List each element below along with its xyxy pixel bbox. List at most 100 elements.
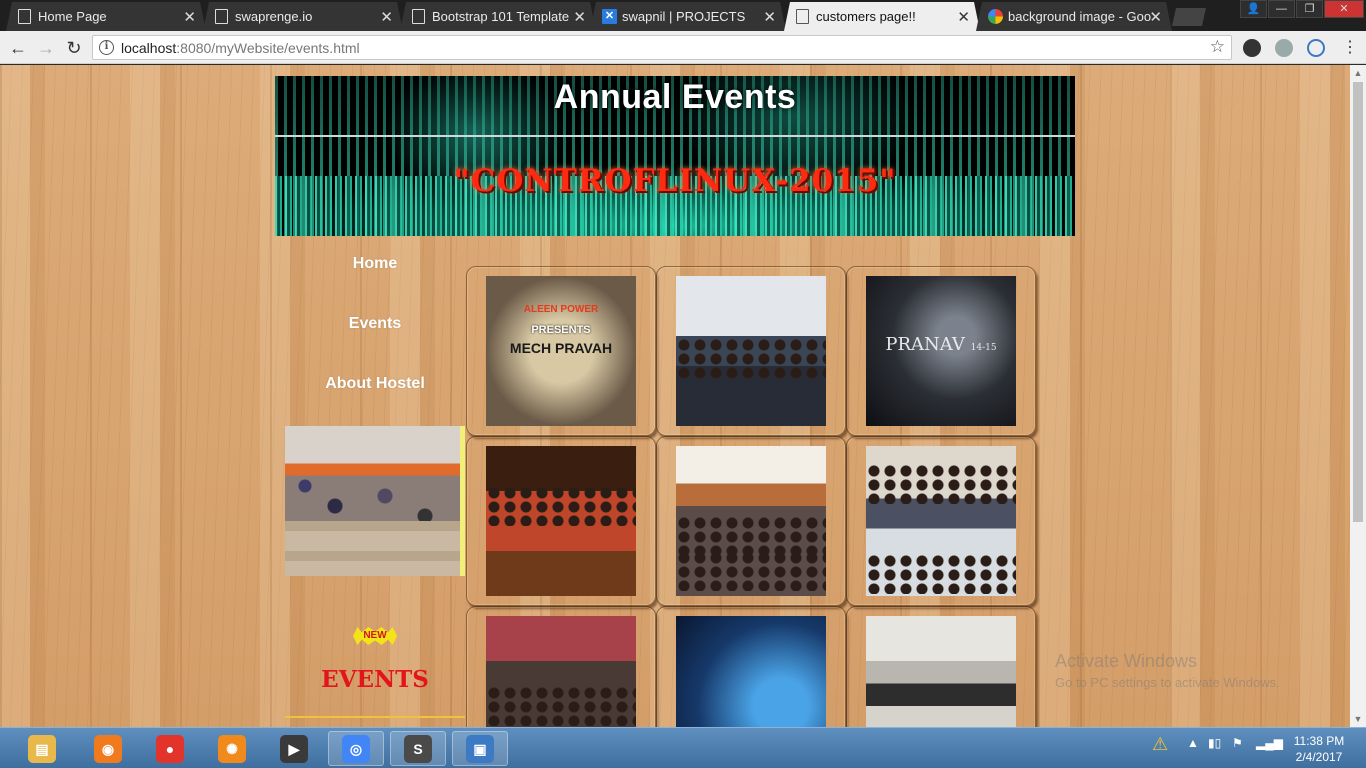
tab-projects[interactable]: ✕ swapnil | PROJECTS ✕ (590, 2, 786, 31)
vertical-scrollbar[interactable]: ▲ ▼ (1350, 65, 1366, 727)
new-tab-button[interactable] (1172, 8, 1206, 26)
page-viewport: Annual Events "CONTROFLINUX-2015" Home E… (0, 65, 1350, 727)
extension-icon[interactable] (1243, 39, 1261, 57)
window-close-button[interactable]: ✕ (1324, 0, 1364, 18)
gallery-tile[interactable] (846, 606, 1036, 727)
gallery-tile[interactable] (466, 606, 656, 727)
close-icon[interactable]: ✕ (183, 8, 196, 26)
crowd (866, 464, 1016, 504)
audience-heads (486, 686, 636, 726)
screen-recorder-icon: ● (156, 734, 184, 763)
taskbar-app[interactable]: ● (142, 731, 198, 766)
page-icon (412, 9, 425, 24)
close-icon[interactable]: ✕ (763, 8, 776, 26)
poster-line: ALEEN POWER (523, 304, 599, 315)
taskbar-app[interactable]: ◎ (328, 731, 384, 766)
page-icon (215, 9, 228, 24)
back-arrow-icon[interactable]: ← (6, 36, 30, 60)
cultural-dance-photo[interactable] (486, 446, 636, 596)
info-icon[interactable]: i (99, 40, 114, 55)
google-icon (988, 9, 1003, 24)
gallery-tile[interactable] (656, 606, 846, 727)
page-title: Annual Events (553, 78, 797, 116)
banner-divider (275, 135, 1075, 137)
warning-icon[interactable]: ⚠ (1152, 734, 1168, 755)
gallery-tile[interactable] (846, 436, 1036, 606)
minimize-button[interactable]: — (1268, 0, 1295, 18)
gallery-tile[interactable] (466, 436, 656, 606)
tab-background-image[interactable]: background image - Goo ✕ (976, 2, 1172, 31)
address-bar[interactable]: i localhost:8080/myWebsite/events.html ☆ (92, 35, 1232, 60)
inauguration-photo[interactable] (676, 276, 826, 426)
close-icon[interactable]: ✕ (573, 8, 586, 26)
gallery-tile[interactable] (656, 266, 846, 436)
poster-title-suffix: 14-15 (970, 343, 997, 353)
page-icon (18, 9, 31, 24)
watermark-subtitle: Go to PC settings to activate Windows. (1055, 675, 1280, 690)
pranav-poster[interactable]: PRANAV 14-15 (866, 276, 1016, 426)
new-badge: NEW (353, 627, 397, 645)
technology-graphic[interactable] (676, 616, 826, 727)
scrollbar-thumb[interactable] (1353, 82, 1363, 522)
gallery-tile[interactable]: ALEEN POWER PRESENTS MECH PRAVAH (466, 266, 656, 436)
gallery-tile[interactable] (656, 436, 846, 606)
tab-label: Bootstrap 101 Template (432, 9, 570, 24)
performers (486, 486, 636, 526)
campus-event-collage[interactable] (866, 446, 1016, 596)
chevron-up-icon[interactable]: ▲ (1187, 736, 1199, 750)
scroll-up-icon[interactable]: ▲ (1350, 65, 1366, 81)
poster-line: MECH PRAVAH (509, 340, 613, 356)
flag-icon[interactable]: ⚑ (1232, 736, 1243, 750)
nav-events-link[interactable]: Events (285, 315, 465, 333)
media-player-icon: ▶ (280, 734, 308, 763)
network-adapter-icon[interactable]: ▮▯ (1208, 736, 1221, 750)
address-url[interactable]: localhost:8080/myWebsite/events.html (121, 40, 360, 56)
tab-customers-page[interactable]: customers page!! ✕ (784, 2, 980, 31)
taskbar-app[interactable]: ◉ (80, 731, 136, 766)
tab-label: customers page!! (816, 9, 916, 24)
profile-icon[interactable]: 👤 (1240, 0, 1267, 18)
page-icon (796, 9, 809, 24)
award-photo[interactable] (486, 616, 636, 727)
tab-swaprenge[interactable]: swaprenge.io ✕ (203, 2, 403, 31)
tab-label: swaprenge.io (235, 9, 313, 24)
forward-arrow-icon[interactable]: → (34, 36, 58, 60)
close-icon[interactable]: ✕ (1149, 8, 1162, 26)
mech-pravah-poster[interactable]: ALEEN POWER PRESENTS MECH PRAVAH (486, 276, 636, 426)
nav-about-hostel-link[interactable]: About Hostel (285, 375, 465, 393)
menu-dots-icon[interactable]: ⋮ (1338, 36, 1362, 60)
browser-toolbar: ← → ↻ i localhost:8080/myWebsite/events.… (0, 31, 1366, 64)
poster-line: PRESENTS (531, 324, 591, 336)
taskbar-app[interactable]: ✺ (204, 731, 260, 766)
side-events-heading[interactable]: EVENTS (285, 666, 465, 693)
cloud-extension-icon[interactable] (1275, 39, 1293, 57)
taskbar-app[interactable]: ▣ (452, 731, 508, 766)
bookmark-star-icon[interactable]: ☆ (1210, 37, 1225, 57)
browser-tab-strip: Home Page ✕ swaprenge.io ✕ Bootstrap 101… (0, 0, 1366, 31)
system-clock[interactable]: 11:38 PM 2/4/2017 (1284, 733, 1354, 765)
windows-taskbar: ⚠ ▲ ▮▯ ⚑ ▂▄▆ 11:38 PM 2/4/2017 ▤ ◉ ● ✺ ▶ ◎ S ▣ (0, 727, 1366, 768)
nav-home-link[interactable]: Home (285, 255, 465, 273)
gallery-tile[interactable]: PRANAV 14-15 (846, 266, 1036, 436)
poster-title-text: PRANAV (885, 334, 965, 355)
poster-title: PRANAV 14-15 (866, 334, 1016, 355)
taskbar-app[interactable]: S (390, 731, 446, 766)
reload-icon[interactable]: ↻ (62, 36, 86, 60)
close-icon[interactable]: ✕ (380, 8, 393, 26)
clock-time: 11:38 PM (1293, 734, 1345, 748)
computer-lab-photo[interactable] (866, 616, 1016, 727)
uc-browser-icon: ◉ (94, 734, 122, 763)
close-icon[interactable]: ✕ (957, 8, 970, 26)
watermark-title: Activate Windows (1055, 651, 1198, 671)
signal-icon[interactable]: ▂▄▆ (1256, 736, 1283, 750)
restore-button[interactable]: ❐ (1296, 0, 1323, 18)
tab-home-page[interactable]: Home Page ✕ (6, 2, 206, 31)
audience-photo[interactable] (676, 446, 826, 596)
taskbar-app[interactable]: ▤ (14, 731, 70, 766)
url-host: localhost (121, 40, 177, 56)
taskbar-app[interactable]: ▶ (266, 731, 322, 766)
crescent-extension-icon[interactable] (1307, 39, 1325, 57)
scroll-down-icon[interactable]: ▼ (1350, 711, 1366, 727)
x-logo-icon: ✕ (602, 9, 617, 24)
tab-bootstrap[interactable]: Bootstrap 101 Template ✕ (400, 2, 596, 31)
